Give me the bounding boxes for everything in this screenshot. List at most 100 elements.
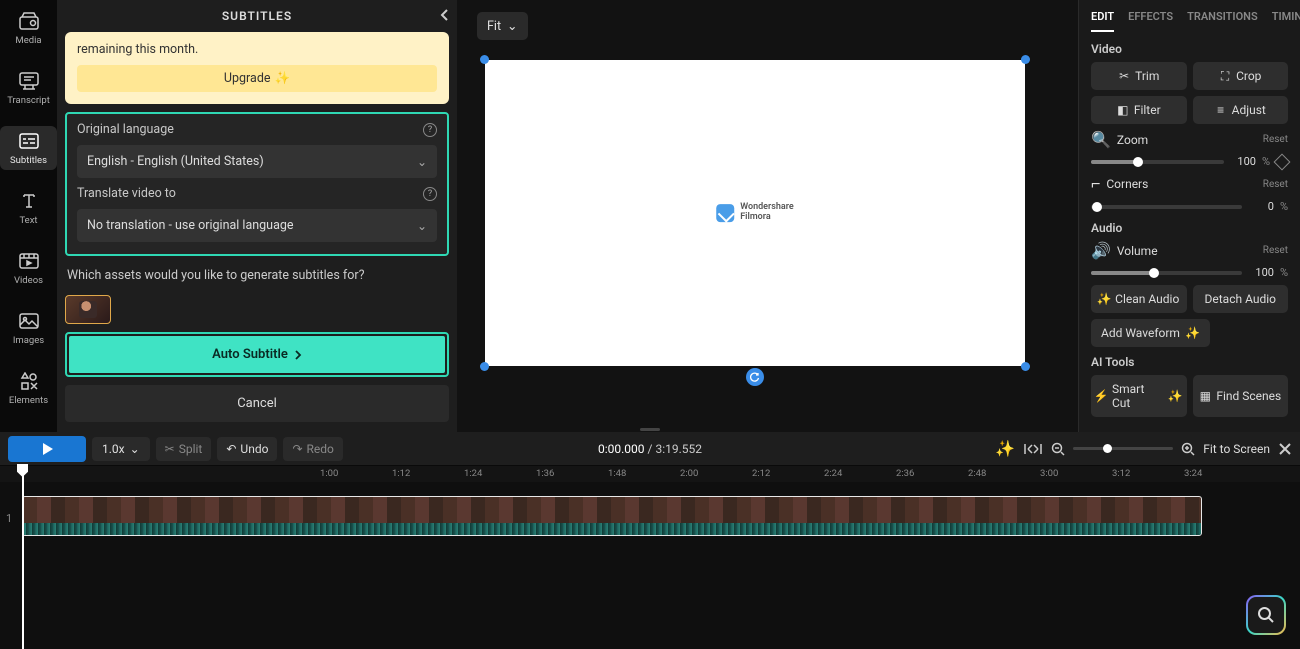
tab-timing[interactable]: TIMING xyxy=(1272,10,1300,32)
images-icon xyxy=(18,310,40,332)
trim-icon: ✂ xyxy=(1118,70,1130,82)
tab-effects[interactable]: EFFECTS xyxy=(1128,10,1173,32)
tab-edit[interactable]: EDIT xyxy=(1091,10,1114,32)
translate-select[interactable]: No translation - use original language ⌄ xyxy=(77,209,437,242)
canvas-fit-dropdown[interactable]: Fit⌄ xyxy=(477,12,528,40)
nav-images[interactable]: Images xyxy=(0,306,57,350)
nav-videos[interactable]: Videos xyxy=(0,246,57,290)
ai-section-title: AI Tools xyxy=(1091,355,1288,369)
highlight-icon[interactable]: ✨ xyxy=(995,439,1015,458)
snap-icon[interactable] xyxy=(1023,442,1043,456)
refresh-icon[interactable] xyxy=(746,368,764,386)
selection-handle[interactable] xyxy=(480,55,489,64)
nav-text[interactable]: Text xyxy=(0,186,57,230)
nav-label: Transcript xyxy=(7,95,50,106)
assets-question: Which assets would you like to generate … xyxy=(65,264,449,287)
adjust-button[interactable]: ≡Adjust xyxy=(1193,96,1289,124)
smart-cut-button[interactable]: ⚡Smart Cut✨ xyxy=(1091,375,1187,417)
nav-label: Text xyxy=(19,215,37,226)
playhead[interactable] xyxy=(22,466,24,649)
tab-transitions[interactable]: TRANSITIONS xyxy=(1187,10,1258,32)
add-waveform-button[interactable]: Add Waveform✨ xyxy=(1091,319,1210,347)
trim-button[interactable]: ✂Trim xyxy=(1091,62,1187,90)
collapse-panel-icon[interactable] xyxy=(439,8,451,22)
zoom-in-icon[interactable] xyxy=(1181,442,1195,456)
selection-handle[interactable] xyxy=(1021,362,1030,371)
play-button[interactable] xyxy=(8,436,86,462)
clean-audio-button[interactable]: ✨Clean Audio xyxy=(1091,285,1187,313)
video-clip[interactable] xyxy=(22,496,1202,536)
timeline-toolbar: 1.0x⌄ ✂Split ↶Undo ↷Redo 0:00.000 / 3:19… xyxy=(0,432,1300,466)
select-value: English - English (United States) xyxy=(87,154,264,169)
redo-button: ↷Redo xyxy=(283,437,342,461)
help-icon[interactable]: ? xyxy=(423,187,437,201)
volume-slider[interactable] xyxy=(1091,271,1242,275)
adjust-icon: ≡ xyxy=(1215,104,1227,116)
corners-label: Corners xyxy=(1106,177,1148,191)
nav-subtitles[interactable]: Subtitles xyxy=(0,126,57,170)
upgrade-text: remaining this month. xyxy=(77,42,437,57)
chevron-right-icon xyxy=(294,350,302,360)
scenes-icon: ▦ xyxy=(1199,390,1211,402)
select-value: No translation - use original language xyxy=(87,218,294,233)
subtitles-panel: SUBTITLES remaining this month. Upgrade✨… xyxy=(57,0,457,432)
find-scenes-button[interactable]: ▦Find Scenes xyxy=(1193,375,1289,417)
asset-thumbnail[interactable] xyxy=(65,295,111,324)
timeline-tracks[interactable]: 1 xyxy=(0,482,1300,649)
corners-reset[interactable]: Reset xyxy=(1263,179,1288,190)
undo-icon: ↶ xyxy=(226,442,236,456)
watermark-logo: WondershareFilmora xyxy=(716,203,794,223)
translate-label: Translate video to xyxy=(77,186,176,201)
speed-dropdown[interactable]: 1.0x⌄ xyxy=(92,437,150,461)
auto-subtitle-button[interactable]: Auto Subtitle xyxy=(69,336,445,373)
detach-audio-button[interactable]: Detach Audio xyxy=(1193,285,1289,313)
clean-icon: ✨ xyxy=(1098,293,1110,305)
nav-transcript[interactable]: Transcript xyxy=(0,66,57,110)
properties-tabs: EDIT EFFECTS TRANSITIONS TIMING xyxy=(1079,0,1300,32)
panel-header: SUBTITLES xyxy=(57,0,457,32)
sparkle-icon: ✨ xyxy=(275,71,291,86)
cancel-button[interactable]: Cancel xyxy=(65,385,449,422)
keyframe-icon[interactable] xyxy=(1274,153,1291,170)
undo-button[interactable]: ↶Undo xyxy=(217,437,277,461)
nav-label: Videos xyxy=(14,275,43,286)
chevron-down-icon: ⌄ xyxy=(130,442,140,456)
transcript-icon xyxy=(18,70,40,92)
zoom-reset[interactable]: Reset xyxy=(1263,134,1288,145)
selection-handle[interactable] xyxy=(480,362,489,371)
text-icon xyxy=(18,190,40,212)
upgrade-button[interactable]: Upgrade✨ xyxy=(77,65,437,92)
panel-drag-handle[interactable] xyxy=(640,428,660,431)
zoom-out-icon[interactable] xyxy=(1051,442,1065,456)
zoom-slider[interactable] xyxy=(1091,160,1224,164)
sparkle-icon: ✨ xyxy=(1185,326,1200,340)
scissors-icon: ✂ xyxy=(165,442,175,456)
nav-label: Media xyxy=(15,35,41,46)
nav-media[interactable]: Media xyxy=(0,6,57,50)
volume-icon: 🔊 xyxy=(1091,241,1111,260)
corners-icon: ⌐ xyxy=(1091,174,1100,194)
logo-mark-icon xyxy=(716,204,734,222)
fit-to-screen-button[interactable]: Fit to Screen xyxy=(1203,442,1270,456)
nav-label: Subtitles xyxy=(10,155,47,166)
preview-canvas[interactable]: WondershareFilmora xyxy=(485,60,1025,366)
original-lang-select[interactable]: English - English (United States) ⌄ xyxy=(77,145,437,178)
crop-button[interactable]: ⛶Crop xyxy=(1193,62,1289,90)
timeline-ruler[interactable]: 1:00 1:12 1:24 1:36 1:48 2:00 2:12 2:24 … xyxy=(0,466,1300,482)
zoom-icon: 🔍 xyxy=(1091,130,1111,149)
original-lang-label: Original language xyxy=(77,122,174,137)
volume-reset[interactable]: Reset xyxy=(1263,245,1288,256)
videos-icon xyxy=(18,250,40,272)
filter-button[interactable]: ◧Filter xyxy=(1091,96,1187,124)
help-icon[interactable]: ? xyxy=(423,123,437,137)
upgrade-banner: remaining this month. Upgrade✨ xyxy=(65,32,449,104)
chevron-down-icon: ⌄ xyxy=(417,219,427,233)
timeline-zoom-slider[interactable] xyxy=(1073,447,1173,450)
nav-elements[interactable]: Elements xyxy=(0,366,57,410)
corners-value: 0 xyxy=(1248,200,1274,213)
corners-slider[interactable] xyxy=(1091,205,1242,209)
chevron-down-icon: ⌄ xyxy=(417,155,427,169)
ai-search-button[interactable] xyxy=(1246,595,1286,635)
selection-handle[interactable] xyxy=(1021,55,1030,64)
close-icon[interactable] xyxy=(1278,442,1292,456)
